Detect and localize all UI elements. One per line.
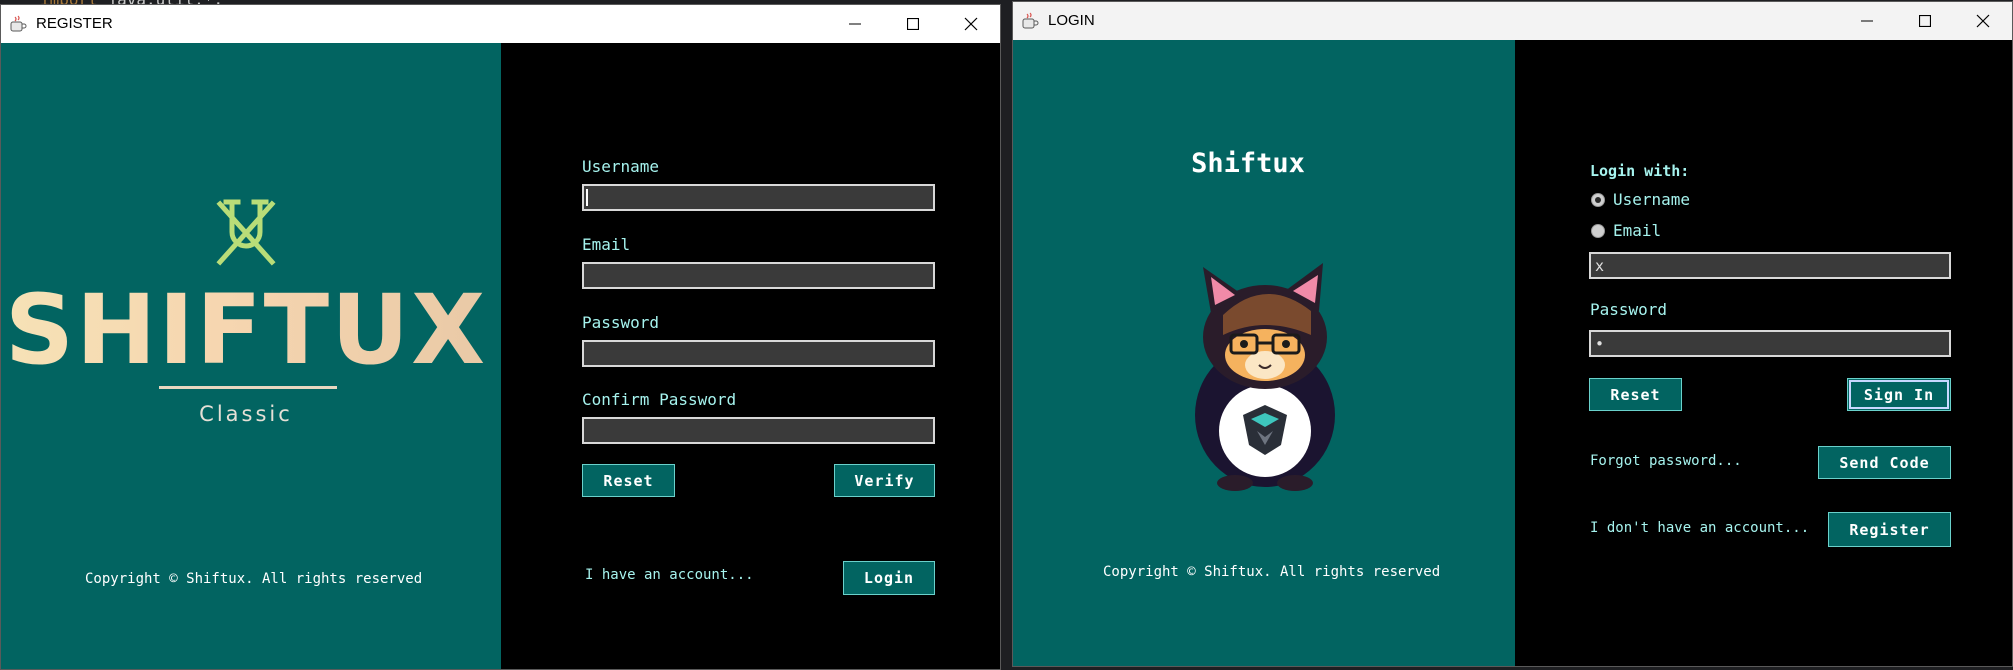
login-with-label: Login with: — [1590, 162, 1690, 180]
java-cup-icon — [1021, 12, 1039, 30]
password-label: Password — [1590, 300, 1668, 319]
have-account-text: I have an account... — [585, 567, 754, 583]
verify-button[interactable]: Verify — [834, 464, 935, 497]
username-input[interactable] — [582, 184, 935, 211]
reset-button[interactable]: Reset — [1589, 378, 1682, 411]
radio-label: Email — [1613, 221, 1662, 240]
reset-button[interactable]: Reset — [582, 464, 675, 497]
register-brand-panel: SHIFTUX Classic Copyright © Shiftux. All… — [1, 43, 501, 669]
login-button[interactable]: Login — [843, 561, 935, 595]
maximize-icon[interactable] — [1896, 2, 1954, 40]
send-code-button[interactable]: Send Code — [1818, 446, 1951, 479]
login-form-panel: Login with: Username Email Password Rese… — [1515, 40, 2012, 666]
login-window: LOGIN Shiftux Copyright © Shiftux. All r… — [1012, 1, 2013, 667]
radio-email[interactable]: Email — [1591, 221, 1661, 240]
radio-button[interactable] — [1591, 192, 1605, 207]
register-form-panel: Username Email Password Confirm Password… — [501, 43, 1000, 669]
password-input[interactable] — [1589, 330, 1951, 357]
window-title: LOGIN — [1048, 12, 1095, 29]
window-title: REGISTER — [36, 15, 113, 32]
email-label: Email — [582, 235, 631, 254]
login-titlebar[interactable]: LOGIN — [1013, 2, 2012, 40]
copyright-text: Copyright © Shiftux. All rights reserved — [1103, 564, 1441, 580]
sign-in-button[interactable]: Sign In — [1847, 378, 1951, 411]
login-brand-panel: Shiftux Copyright © Shiftux. All rights … — [1013, 40, 1515, 666]
email-input[interactable] — [582, 262, 935, 289]
password-label: Password — [582, 313, 660, 332]
minimize-icon[interactable] — [826, 5, 884, 43]
shiftux-wordmark: SHIFTUX — [1, 275, 491, 385]
identifier-input[interactable] — [1589, 252, 1951, 279]
register-button[interactable]: Register — [1828, 512, 1951, 547]
minimize-icon[interactable] — [1838, 2, 1896, 40]
register-window: REGISTER SHIFTUX Classic Copyright © Shi… — [0, 4, 1001, 670]
forgot-password-link[interactable]: Forgot password... — [1590, 453, 1742, 469]
radio-button[interactable] — [1591, 223, 1605, 238]
close-icon[interactable] — [1954, 2, 2012, 40]
register-titlebar[interactable]: REGISTER — [1, 5, 1000, 43]
shiftux-emblem-icon — [206, 198, 286, 268]
java-cup-icon — [9, 15, 27, 33]
confirm-password-label: Confirm Password — [582, 390, 737, 409]
radio-username[interactable]: Username — [1591, 190, 1690, 209]
brand-title: Shiftux — [1191, 148, 1305, 179]
logo-subtitle: Classic — [199, 402, 293, 426]
password-input[interactable] — [582, 340, 935, 367]
no-account-text: I don't have an account... — [1590, 520, 1810, 536]
username-label: Username — [582, 157, 660, 176]
maximize-icon[interactable] — [884, 5, 942, 43]
confirm-password-input[interactable] — [582, 417, 935, 444]
radio-label: Username — [1613, 190, 1691, 209]
cat-mascot — [1173, 255, 1353, 495]
close-icon[interactable] — [942, 5, 1000, 43]
copyright-text: Copyright © Shiftux. All rights reserved — [85, 571, 423, 587]
text-caret — [586, 189, 588, 206]
logo-divider — [159, 386, 337, 389]
